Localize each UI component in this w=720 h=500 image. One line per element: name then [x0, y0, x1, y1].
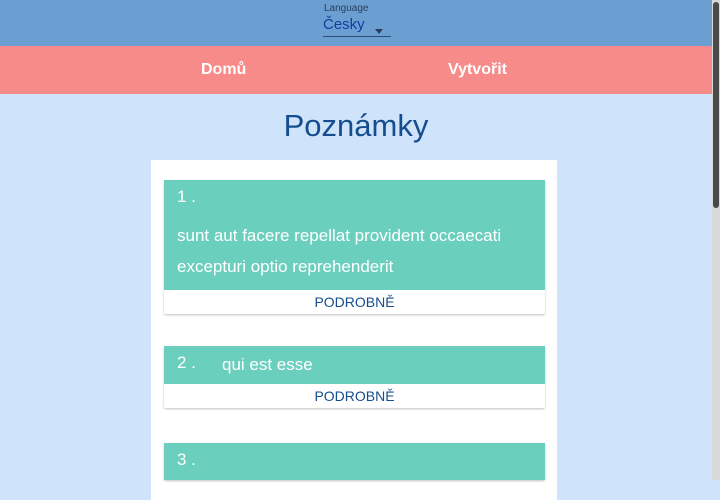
language-label: Language [324, 3, 369, 14]
note-card-header: 1 . sunt aut facere repellat provident o… [164, 180, 545, 290]
nav-link-home[interactable]: Domů [201, 46, 246, 94]
note-number: 3 . [177, 450, 196, 469]
note-card-header: 2 . qui est esse [164, 346, 545, 384]
note-title: sunt aut facere repellat provident occae… [177, 226, 502, 276]
chevron-down-icon [375, 29, 383, 34]
language-select-value: Česky [323, 16, 365, 33]
note-card: 1 . sunt aut facere repellat provident o… [164, 180, 545, 314]
note-card: 2 . qui est esse PODROBNĚ [164, 346, 545, 408]
note-detail-button[interactable]: PODROBNĚ [164, 384, 545, 408]
note-number: 2 . [177, 353, 196, 372]
language-select[interactable]: Česky [323, 14, 391, 37]
note-detail-button[interactable]: PODROBNĚ [164, 290, 545, 314]
page-title: Poznámky [283, 108, 429, 143]
top-bar: Language Česky [0, 0, 712, 46]
note-title: qui est esse [222, 355, 313, 374]
nav-link-create[interactable]: Vytvořit [448, 46, 507, 94]
scrollbar-thumb[interactable] [713, 2, 719, 208]
note-card: 3 . [164, 443, 545, 480]
note-card-header: 3 . [164, 443, 545, 480]
nav-bar: Domů Vytvořit [0, 46, 712, 94]
note-number: 1 . [177, 187, 196, 206]
